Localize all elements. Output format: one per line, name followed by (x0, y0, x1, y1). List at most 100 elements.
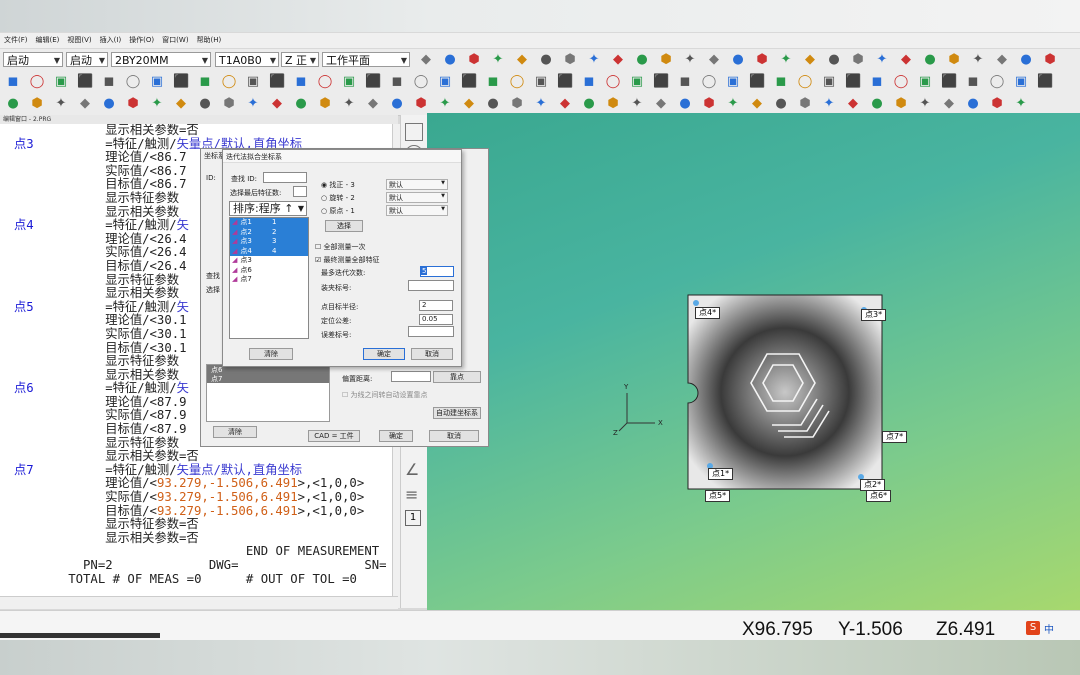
max-iter-input[interactable]: 5 (420, 266, 454, 277)
level-input[interactable] (408, 326, 454, 337)
horizontal-scrollbar[interactable] (0, 596, 398, 609)
toolbar-tool-icon[interactable]: ⬢ (29, 96, 45, 112)
toolbar-tool-icon[interactable]: ● (581, 96, 597, 112)
toolbar-tool-icon[interactable]: ⬢ (221, 96, 237, 112)
toolbar-tool-icon[interactable]: ⬢ (509, 96, 525, 112)
toolbar-tool-icon[interactable]: ▣ (341, 74, 357, 90)
toolbar-tool-icon[interactable]: ⬢ (466, 52, 482, 68)
toolbar-tool-icon[interactable]: ✦ (341, 96, 357, 112)
toolbar-tool-icon[interactable]: ◆ (77, 96, 93, 112)
toolbar-tool-icon[interactable]: ● (442, 52, 458, 68)
toolbar-tool-icon[interactable]: ✦ (437, 96, 453, 112)
probe-dropdown[interactable]: 2BY20MM ▼ (111, 52, 211, 67)
toolbar-tool-icon[interactable]: ● (677, 96, 693, 112)
code-line[interactable]: 显示特征参数=否 (0, 517, 392, 532)
toolbar-tool-icon[interactable]: ◼ (581, 74, 597, 90)
toolbar-tool-icon[interactable]: ◯ (893, 74, 909, 90)
toolbar-tool-icon[interactable]: ◼ (677, 74, 693, 90)
feature-list[interactable]: ◢ 点1 1 ◢ 点2 2 ◢ 点3 3 ◢ 点4 4 ◢ 点3 ◢ 点6 ◢ 点7 (229, 217, 309, 339)
toolbar-tool-icon[interactable]: ▣ (725, 74, 741, 90)
toolbar-tool-icon[interactable]: ⬢ (562, 52, 578, 68)
ime-logo-icon[interactable]: S (1026, 621, 1040, 635)
alignment-radio[interactable]: ○ 旋转 - 2 (321, 193, 355, 203)
line-icon[interactable]: ∠ (405, 460, 419, 479)
toolbar-tool-icon[interactable]: ◯ (317, 74, 333, 90)
alignment-cancel-button[interactable]: 取消 (429, 430, 479, 442)
toolbar-tool-icon[interactable]: ✦ (778, 52, 794, 68)
menu-item-3[interactable]: 插入(I) (96, 33, 126, 45)
toolbar-tool-icon[interactable]: ◯ (989, 74, 1005, 90)
dialog-cancel-button[interactable]: 取消 (411, 348, 453, 360)
toolbar-tool-icon[interactable]: ⬢ (413, 96, 429, 112)
toolbar-tool-icon[interactable]: ⬢ (1042, 52, 1058, 68)
toolbar-tool-icon[interactable]: ⬛ (557, 74, 573, 90)
toolbar-tool-icon[interactable]: ✦ (1013, 96, 1029, 112)
toolbar-tool-icon[interactable]: ◯ (125, 74, 141, 90)
toolbar-tool-icon[interactable]: ✦ (629, 96, 645, 112)
toolbar-tool-icon[interactable]: ◆ (610, 52, 626, 68)
toolbar-tool-icon[interactable]: ◼ (389, 74, 405, 90)
toolbar-tool-icon[interactable]: ● (730, 52, 746, 68)
toolbar-tool-icon[interactable]: ⬢ (754, 52, 770, 68)
point-label-3[interactable]: 点3* (861, 309, 887, 321)
toolbar-tool-icon[interactable]: ◼ (965, 74, 981, 90)
toolbar-tool-icon[interactable]: ◆ (461, 96, 477, 112)
toolbar-tool-icon[interactable]: ● (485, 96, 501, 112)
sort-dropdown[interactable]: 排序:程序 ↑ ▼ (229, 201, 307, 216)
grid-icon[interactable] (405, 123, 423, 141)
toolbar-tool-icon[interactable]: ▣ (917, 74, 933, 90)
auto-align-button[interactable]: 自动建坐标系 (433, 407, 481, 419)
toolbar-tool-icon[interactable]: ✦ (586, 52, 602, 68)
code-line[interactable]: 实际值/<93.279,-1.506,6.491>,<1,0,0> (0, 490, 392, 505)
toolbar-tool-icon[interactable]: ● (922, 52, 938, 68)
menu-item-4[interactable]: 操作(O) (125, 33, 158, 45)
point-label-7[interactable]: 点7* (882, 431, 908, 443)
toolbar-tool-icon[interactable]: ● (773, 96, 789, 112)
toolbar-tool-icon[interactable]: ▣ (533, 74, 549, 90)
toolbar-tool-icon[interactable]: ▣ (629, 74, 645, 90)
toolbar-tool-icon[interactable]: ⬛ (461, 74, 477, 90)
toolbar-tool-icon[interactable]: ✦ (821, 96, 837, 112)
alignment-ok-button[interactable]: 确定 (379, 430, 413, 442)
ime-mode-label[interactable]: 中 (1044, 621, 1054, 636)
toolbar-tool-icon[interactable]: ◼ (5, 74, 21, 90)
toolbar-tool-icon[interactable]: ◆ (557, 96, 573, 112)
toolbar-tool-icon[interactable]: ◆ (749, 96, 765, 112)
target-radius-input[interactable]: 2 (419, 300, 453, 311)
point-label-1[interactable]: 点1* (708, 468, 734, 480)
toolbar-tool-icon[interactable]: ◆ (173, 96, 189, 112)
toolbar-tool-icon[interactable]: ◼ (869, 74, 885, 90)
feature-list-item[interactable]: ◢ 点4 4 (230, 246, 308, 256)
plane-icon[interactable]: ≡ (405, 485, 418, 504)
alignment-radio[interactable]: ○ 原点 - 1 (321, 206, 355, 216)
code-line[interactable]: 显示相关参数=否 (0, 124, 392, 138)
toolbar-tool-icon[interactable]: ● (538, 52, 554, 68)
toolbar-tool-icon[interactable]: ✦ (917, 96, 933, 112)
menu-item-6[interactable]: 帮助(H) (193, 33, 226, 45)
radio-value-dropdown[interactable]: 默认 ▼ (386, 205, 448, 216)
feature-list-item[interactable]: ◢ 点3 (230, 256, 308, 266)
toolbar-tool-icon[interactable]: ✦ (874, 52, 890, 68)
toolbar-tool-icon[interactable]: ◆ (514, 52, 530, 68)
auto-point-check[interactable]: ☐ 为线之间转自动设置靠点 (342, 390, 428, 400)
toolbar-tool-icon[interactable]: ● (389, 96, 405, 112)
toolbar-tool-icon[interactable]: ◆ (898, 52, 914, 68)
toolbar-tool-icon[interactable]: ◆ (941, 96, 957, 112)
toolbar-tool-icon[interactable]: ▣ (245, 74, 261, 90)
menu-item-5[interactable]: 窗口(W) (158, 33, 192, 45)
tip-dropdown[interactable]: T1A0B0 ▼ (215, 52, 279, 67)
toolbar-tool-icon[interactable]: ⬛ (269, 74, 285, 90)
toolbar-tool-icon[interactable]: ✦ (725, 96, 741, 112)
toolbar-tool-icon[interactable]: ● (101, 96, 117, 112)
point-label-4[interactable]: 点4* (695, 307, 721, 319)
menu-item-1[interactable]: 编辑(E) (32, 33, 64, 45)
toolbar-tool-icon[interactable]: ▣ (821, 74, 837, 90)
toolbar-tool-icon[interactable]: ⬢ (701, 96, 717, 112)
startup-dropdown[interactable]: 启动 ▼ (66, 52, 108, 67)
toolbar-tool-icon[interactable]: ✦ (970, 52, 986, 68)
toolbar-tool-icon[interactable]: ✦ (490, 52, 506, 68)
feature-list-item[interactable]: ◢ 点3 3 (230, 237, 308, 247)
select-last-input[interactable] (293, 186, 307, 197)
toolbar-tool-icon[interactable]: ⬢ (797, 96, 813, 112)
toolbar-tool-icon[interactable]: ◯ (605, 74, 621, 90)
